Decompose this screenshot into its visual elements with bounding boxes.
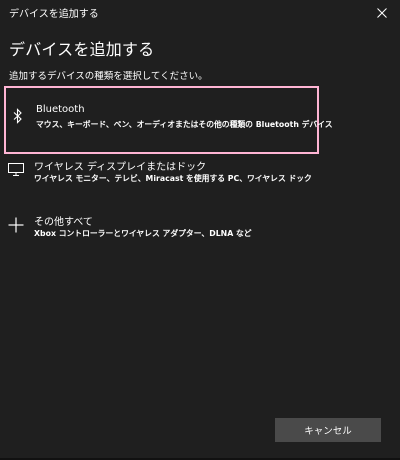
- option-wireless-display-title: ワイヤレス ディスプレイまたはドック: [34, 162, 207, 173]
- bluetooth-icon: [8, 106, 28, 126]
- option-wireless-display-description: ワイヤレス モニター、テレビ、Miracast を使用する PC、ワイヤレス ド…: [34, 174, 312, 183]
- window-title: デバイスを追加する: [9, 9, 99, 20]
- instruction-text: 追加するデバイスの種類を選択してください。: [9, 71, 208, 82]
- close-icon: [377, 7, 387, 18]
- add-device-dialog: デバイスを追加する デバイスを追加する 追加するデバイスの種類を選択してください…: [0, 0, 400, 460]
- cancel-button[interactable]: キャンセル: [275, 418, 381, 442]
- monitor-icon: [6, 160, 26, 180]
- close-button[interactable]: [364, 0, 400, 25]
- option-everything-else[interactable]: その他すべて Xbox コントローラーとワイヤレス アダプター、DLNA など: [0, 205, 320, 271]
- option-everything-else-description: Xbox コントローラーとワイヤレス アダプター、DLNA など: [34, 229, 252, 238]
- option-bluetooth-title: Bluetooth: [36, 104, 85, 115]
- option-bluetooth[interactable]: Bluetooth マウス、キーボード、ペン、オーディオまたはその他の種類の B…: [4, 86, 333, 154]
- option-bluetooth-description: マウス、キーボード、ペン、オーディオまたはその他の種類の Bluetooth デ…: [36, 120, 333, 129]
- plus-icon: [6, 215, 26, 235]
- title-bar: デバイスを追加する: [0, 0, 400, 25]
- page-title: デバイスを追加する: [9, 40, 155, 59]
- option-everything-else-title: その他すべて: [34, 217, 93, 228]
